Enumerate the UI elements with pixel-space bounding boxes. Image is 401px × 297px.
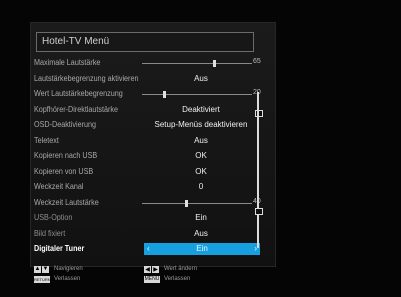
menu-row-label: Kopfhörer-Direktlautstärke xyxy=(34,104,119,114)
menu-row-label: Maximale Lautstärke xyxy=(34,58,101,67)
menu-row[interactable]: Teletext Aus xyxy=(34,135,261,149)
slider-track[interactable] xyxy=(142,202,252,204)
menu-row-label: OSD-Deaktivierung xyxy=(34,120,97,129)
menu-row-label: Kopieren von USB xyxy=(34,166,94,176)
menu-row[interactable]: Weckzeit Lautstärke40 xyxy=(34,197,261,211)
menu-row-value: Aus xyxy=(194,228,208,238)
menu-row-value: 0 xyxy=(198,182,204,191)
menu-row[interactable]: Kopieren von USB OK xyxy=(34,166,261,180)
menu-row-label: Kopieren nach USB xyxy=(34,151,98,160)
menu-title: Hotel-TV Menü xyxy=(42,36,110,47)
menu-row-label: Lautstärkebegrenzung aktivieren xyxy=(34,73,139,83)
slider-knob[interactable] xyxy=(163,91,166,98)
menu-row-label: Weckzeit Kanal xyxy=(34,182,84,191)
up-arrow-key-icon: ▲ xyxy=(34,266,41,273)
menu-row-value: Setup-Menüs deaktivieren xyxy=(154,120,248,129)
slider-value: 65 xyxy=(253,58,261,65)
menu-row-label: USB-Option xyxy=(34,213,73,222)
left-arrow-key-icon: ◀ xyxy=(144,266,151,273)
menu-row[interactable]: OSD-Deaktivierung Setup-Menüs deaktiviere… xyxy=(34,119,261,133)
menu-row-value: Deaktiviert xyxy=(182,104,220,114)
menu-row[interactable]: Wert Lautstärkebegrenzung20 xyxy=(34,88,261,102)
menu-row[interactable]: Weckzeit Kanal 0 xyxy=(34,181,261,195)
menu-row-label: Teletext xyxy=(34,135,59,145)
slider-track[interactable] xyxy=(142,94,252,95)
down-arrow-key-icon: ▼ xyxy=(42,266,49,273)
slider-knob[interactable] xyxy=(212,60,216,67)
menu-row-label: Digitaler Tuner xyxy=(34,244,85,253)
selected-value: Ein xyxy=(196,244,208,253)
menu-row-label: Weckzeit Lautstärke xyxy=(34,197,99,207)
right-arrow-key-icon: ▶ xyxy=(152,266,159,273)
footer-legend: ▲ ▼ Navigieren RETURN/BACK Verlassen ◀ ▶… xyxy=(34,266,264,290)
menu-row[interactable]: Maximale Lautstärke 65 xyxy=(34,57,261,71)
menu-title-box: Hotel-TV Menü xyxy=(36,32,254,52)
menu-row-value: Aus xyxy=(194,135,208,145)
menu-row[interactable]: USB-Option Ein xyxy=(34,212,261,226)
menu-row-value: OK xyxy=(195,166,207,176)
menu-row-value: Aus xyxy=(194,73,208,83)
menu-row[interactable]: Lautstärkebegrenzung aktivieren Aus xyxy=(34,73,261,87)
menu-row-label: Bild fixiert xyxy=(34,228,66,238)
menu-key-icon: MENU xyxy=(144,276,160,283)
slider-track[interactable] xyxy=(142,63,252,64)
menu-row-value: Ein xyxy=(195,213,207,222)
change-value-label: Wert ändern xyxy=(164,266,197,272)
tv-screen: Hotel-TV Menü Maximale Lautstärke 65 Lauts… xyxy=(0,0,401,297)
scrollbar-bottom-cap xyxy=(255,208,263,215)
menu-row-label: Wert Lautstärkebegrenzung xyxy=(34,89,123,98)
menu-row[interactable]: Kopieren nach USB OK xyxy=(34,150,261,164)
navigate-label: Navigieren xyxy=(54,266,83,272)
back-exit-label: Verlassen xyxy=(54,276,81,282)
menu-exit-label: Verlassen xyxy=(164,276,191,282)
menu-row-value: OK xyxy=(195,151,207,160)
selected-value-bar[interactable]: Ein ‹ › xyxy=(144,243,260,255)
arrow-left-icon[interactable]: ‹ xyxy=(147,244,150,253)
menu-row[interactable]: Bild fixiert Aus xyxy=(34,228,261,242)
back-key-icon: RETURN/BACK xyxy=(34,276,63,283)
menu-row[interactable]: Kopfhörer-Direktlautstärke Deaktiviert xyxy=(34,104,261,118)
scrollbar[interactable] xyxy=(257,92,259,248)
menu-row[interactable]: Digitaler Tuner Ein ‹ › xyxy=(34,243,261,257)
slider-knob[interactable] xyxy=(185,199,188,207)
